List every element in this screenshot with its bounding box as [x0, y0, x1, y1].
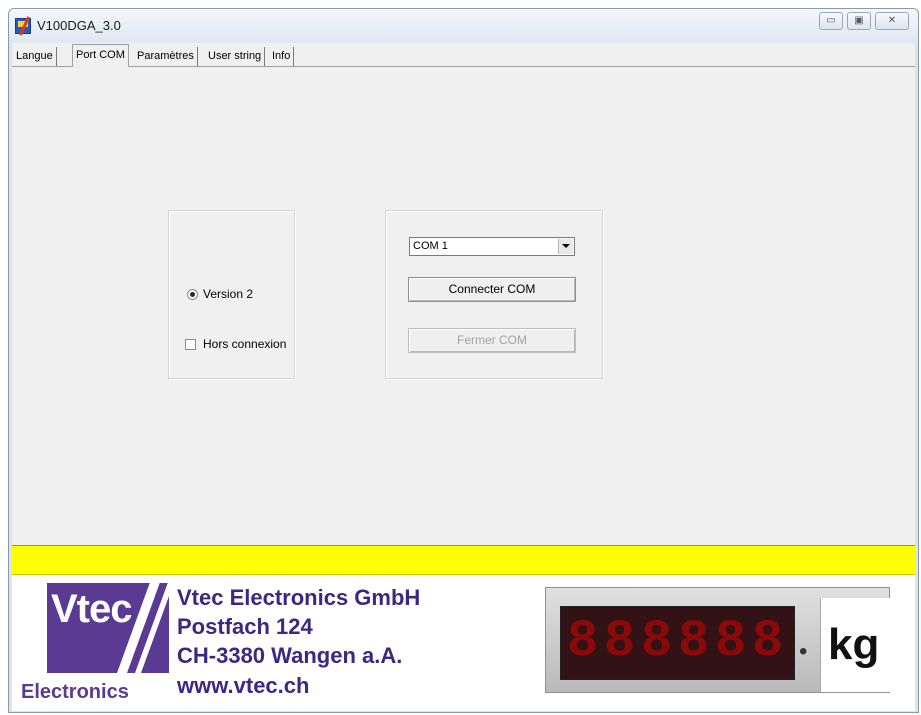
- connect-com-button[interactable]: Connecter COM: [408, 277, 576, 302]
- maximize-button[interactable]: ▣: [847, 12, 871, 30]
- logo-text: Vtec: [51, 587, 132, 631]
- client-area: Langue Port COM Paramètres User string I…: [12, 43, 915, 711]
- led-digit: 8: [715, 612, 747, 671]
- com-port-value: COM 1: [413, 240, 448, 252]
- status-bar: [12, 545, 915, 575]
- tab-info[interactable]: Info: [272, 47, 295, 66]
- version-2-label[interactable]: Version 2: [203, 287, 253, 301]
- com-port-select[interactable]: COM 1: [409, 237, 575, 256]
- company-name: Vtec Electronics GmbH: [177, 585, 421, 610]
- unit-label: kg: [828, 620, 880, 669]
- led-digit: 8: [641, 612, 673, 671]
- vtec-logo: Vtec: [47, 579, 176, 679]
- led-digit: 8: [567, 612, 599, 671]
- tab-parametres[interactable]: Paramètres: [137, 47, 198, 66]
- company-footer: Vtec Electronics Vtec Electronics GmbH P…: [12, 575, 915, 711]
- led-digit: 8: [752, 612, 784, 671]
- tab-user-string[interactable]: User string: [208, 47, 266, 66]
- offline-label[interactable]: Hors connexion: [203, 337, 286, 351]
- city-line: CH-3380 Wangen a.A.: [177, 643, 403, 668]
- com-port-group: COM 1 Connecter COM Fermer COM: [385, 210, 603, 379]
- led-screen: 8 8 8 8 8 8: [560, 606, 795, 680]
- unit-panel: kg: [820, 598, 891, 692]
- version-2-radio[interactable]: [187, 289, 198, 300]
- tab-langue[interactable]: Langue: [16, 47, 57, 66]
- logo-subtitle: Electronics: [21, 681, 129, 703]
- postbox-line: Postfach 124: [177, 614, 313, 639]
- title-bar[interactable]: V100DGA_3.0 ▭ ▣ ✕: [9, 9, 918, 43]
- led-digit: 8: [604, 612, 636, 671]
- chevron-down-icon[interactable]: [558, 239, 573, 254]
- website-link: www.vtec.ch: [177, 673, 310, 698]
- tab-bar: Langue Port COM Paramètres User string I…: [12, 43, 915, 67]
- scale-display-image: 8 8 8 8 8 8 • kg: [545, 587, 891, 693]
- app-window: V100DGA_3.0 ▭ ▣ ✕ Langue Port COM Paramè…: [8, 8, 919, 713]
- minimize-button[interactable]: ▭: [819, 12, 843, 30]
- close-com-button[interactable]: Fermer COM: [408, 328, 576, 353]
- offline-checkbox[interactable]: [185, 339, 196, 350]
- decimal-dot: •: [799, 638, 808, 665]
- led-digit: 8: [678, 612, 710, 671]
- window-title: V100DGA_3.0: [37, 18, 121, 33]
- app-icon: [15, 18, 31, 34]
- tab-port-com[interactable]: Port COM: [72, 44, 129, 67]
- close-button[interactable]: ✕: [875, 12, 909, 30]
- connection-mode-group: Version 2 Hors connexion: [168, 210, 295, 379]
